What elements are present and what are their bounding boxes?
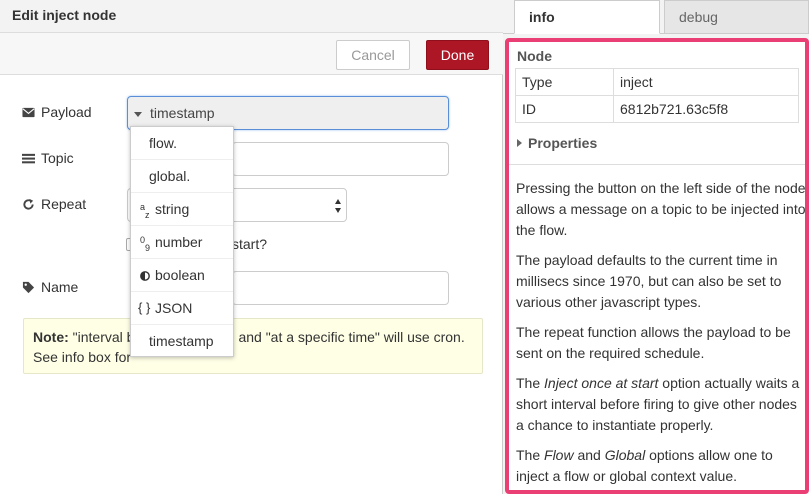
cancel-button[interactable]: Cancel [336,40,410,70]
dropdown-item-global[interactable]: global. [131,160,233,193]
payload-type-value: timestamp [150,105,215,121]
az-icon: az [140,202,150,220]
help-paragraph: The Inject once at start option actually… [516,375,800,433]
node-editor-panel: Edit inject node Cancel Done Payload tim… [0,0,503,494]
topic-input[interactable] [232,142,449,176]
select-arrows-icon [335,199,341,213]
name-label: Name [22,279,78,295]
table-value: inject [613,68,799,96]
tab-debug[interactable]: debug [664,0,809,34]
table-key: Type [515,68,614,96]
editor-toolbar: Cancel Done [0,33,503,75]
note-bold: Note: [33,329,69,345]
dropdown-item-flow[interactable]: flow. [131,127,233,160]
topic-label: Topic [22,150,74,166]
caret-right-icon [517,139,522,147]
editor-header: Edit inject node [0,0,503,33]
inject-once-label: start? [232,236,268,252]
toggle-icon [140,271,150,281]
table-row: ID 6812b721.63c5f8 [515,95,799,123]
dropdown-item-boolean[interactable]: boolean [131,259,233,292]
payload-label-text: Payload [41,104,92,120]
node-section-title: Node [517,48,552,64]
editor-title: Edit inject node [12,7,117,23]
envelope-icon [22,107,35,117]
tasks-icon [22,153,35,163]
09-icon: 09 [140,235,151,253]
help-paragraph: The Flow and Global options allow one to… [516,447,773,484]
repeat-icon [23,198,34,210]
dropdown-item-timestamp[interactable]: timestamp [131,325,233,358]
help-paragraph: Pressing the button on the left side of … [516,180,806,238]
braces-icon: { } [138,300,151,315]
tag-icon [22,281,35,293]
node-info-table: Type inject ID 6812b721.63c5f8 [515,68,799,123]
payload-label: Payload [22,104,92,120]
table-row: Type inject [515,68,799,96]
sidebar-tabs: info debug [503,0,809,34]
name-input[interactable] [232,271,449,305]
divider [509,164,805,165]
help-text: Pressing the button on the left side of … [516,178,806,490]
info-panel: Node Type inject ID 6812b721.63c5f8 Prop… [505,38,809,494]
note-text-c: See info box for [33,349,132,365]
payload-type-select[interactable]: timestamp [127,96,449,130]
name-label-text: Name [41,279,79,295]
done-button[interactable]: Done [426,40,489,70]
dropdown-item-number[interactable]: 09 number [131,226,233,259]
repeat-label-text: Repeat [41,196,87,212]
caret-down-icon [134,112,142,117]
dropdown-item-json[interactable]: { } JSON [131,292,233,325]
tab-info[interactable]: info [514,0,660,34]
cron-note: Note: "interval b and "at a specific time… [23,318,483,374]
sidebar: info debug Node Type inject ID 6812b721.… [503,0,809,494]
dropdown-item-string[interactable]: az string [131,193,233,226]
repeat-label: Repeat [22,196,86,212]
payload-type-dropdown: flow. global. az string 09 number boolea… [130,126,234,357]
note-text-b: and "at a specific time" will use cron. [238,329,465,345]
topic-label-text: Topic [41,150,74,166]
properties-toggle[interactable]: Properties [517,135,597,151]
table-key: ID [515,95,614,123]
table-value: 6812b721.63c5f8 [613,95,799,123]
help-paragraph: The payload defaults to the current time… [516,252,782,310]
note-text-a: "interval b [68,329,135,345]
properties-label: Properties [528,135,598,151]
help-paragraph: The repeat function allows the payload t… [516,324,791,361]
